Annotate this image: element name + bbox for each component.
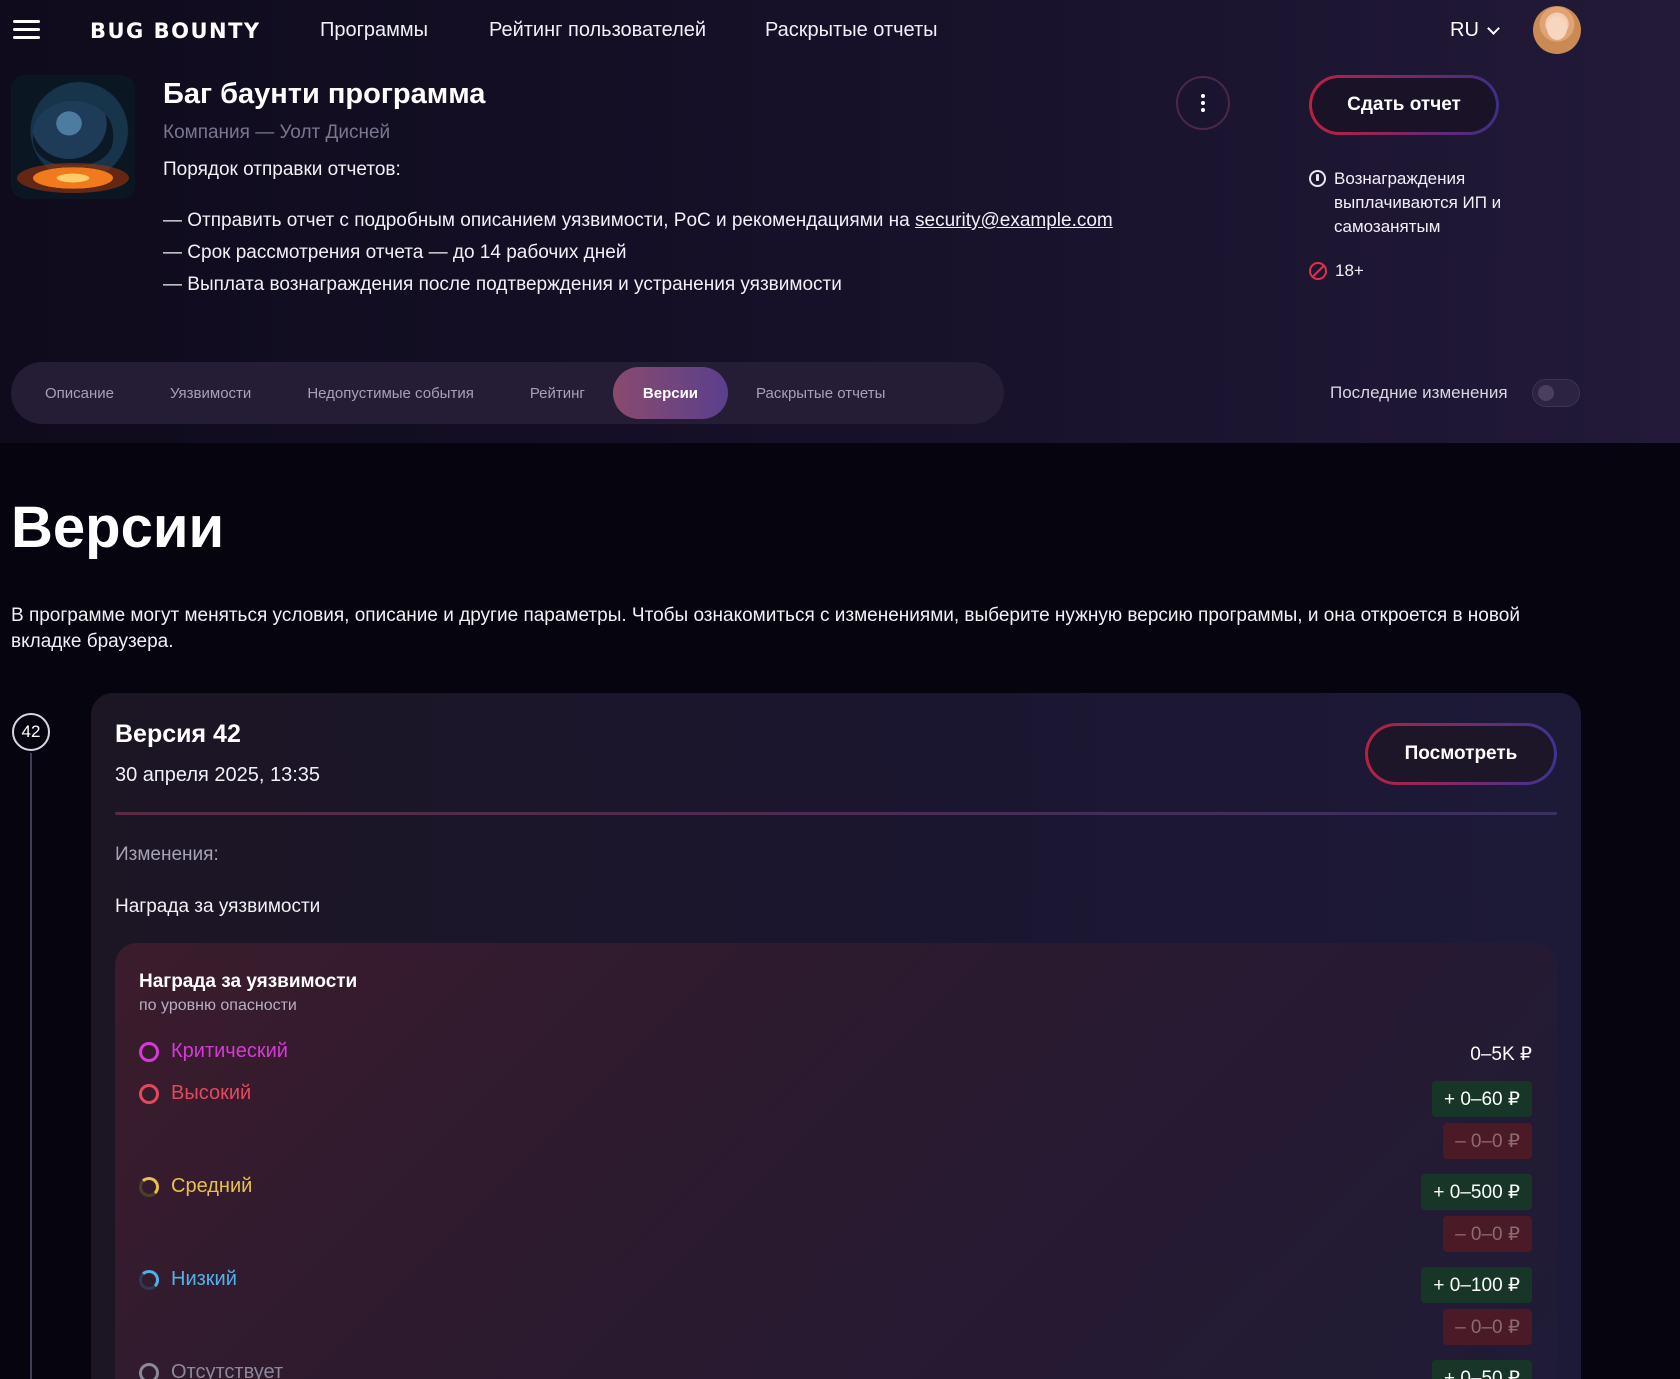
age-label: 18+ bbox=[1335, 261, 1364, 280]
divider bbox=[115, 812, 1557, 815]
version-date: 30 апреля 2025, 13:35 bbox=[115, 764, 321, 786]
recent-changes-label: Последние изменения bbox=[1330, 383, 1508, 402]
section-description: В программе могут меняться условия, опис… bbox=[11, 605, 1520, 652]
program-company: Компания — Уолт Дисней bbox=[163, 122, 391, 143]
severity-medium: Средний bbox=[139, 1175, 252, 1198]
reward-amount-critical: 0–5K ₽ bbox=[1470, 1044, 1532, 1065]
chevron-down-icon bbox=[1487, 21, 1500, 35]
language-selector[interactable]: RU bbox=[1450, 19, 1500, 42]
reward-minus-high: – 0–0 ₽ bbox=[1443, 1123, 1532, 1159]
reward-minus-low: – 0–0 ₽ bbox=[1443, 1309, 1532, 1345]
severity-label: Средний bbox=[171, 1175, 253, 1197]
program-logo bbox=[11, 75, 135, 199]
nav-disclosed-reports[interactable]: Раскрытые отчеты bbox=[765, 19, 938, 42]
reward-title: Награда за уязвимости bbox=[139, 971, 358, 992]
page-title: Версии bbox=[11, 495, 225, 560]
timeline-line bbox=[30, 753, 32, 1379]
logo[interactable]: BUG BOUNTY bbox=[90, 19, 261, 43]
severity-low-icon bbox=[139, 1269, 159, 1290]
severity-critical-icon bbox=[139, 1041, 159, 1062]
reward-plus-low: + 0–100 ₽ bbox=[1421, 1267, 1532, 1303]
reward-plus-none: + 0–50 ₽ bbox=[1431, 1360, 1532, 1379]
view-version-button[interactable]: Посмотреть bbox=[1365, 723, 1557, 785]
avatar[interactable] bbox=[1533, 6, 1581, 54]
version-number-badge: 42 bbox=[12, 713, 50, 751]
recent-changes-toggle[interactable] bbox=[1532, 379, 1580, 407]
program-tabs: Описание Уязвимости Недопустимые события… bbox=[11, 362, 1004, 424]
change-item: Награда за уязвимости bbox=[115, 896, 321, 917]
language-label: RU bbox=[1450, 19, 1479, 41]
tab-disclosed-reports[interactable]: Раскрытые отчеты bbox=[728, 367, 913, 419]
changes-heading: Изменения: bbox=[115, 844, 219, 865]
program-title: Баг баунти программа bbox=[163, 78, 486, 110]
severity-critical: Критический bbox=[139, 1040, 288, 1063]
severity-high: Высокий bbox=[139, 1082, 251, 1105]
severity-medium-icon bbox=[139, 1176, 159, 1197]
reward-minus-medium: – 0–0 ₽ bbox=[1443, 1216, 1532, 1252]
tab-vulnerabilities[interactable]: Уязвимости bbox=[142, 367, 279, 419]
tab-rating[interactable]: Рейтинг bbox=[502, 367, 613, 419]
tab-forbidden-events[interactable]: Недопустимые события bbox=[279, 367, 502, 419]
severity-label: Критический bbox=[171, 1040, 288, 1062]
more-options-button[interactable] bbox=[1176, 76, 1230, 130]
rule-item: — Выплата вознаграждения после подтвержд… bbox=[163, 274, 842, 295]
security-email-link[interactable]: security@example.com bbox=[915, 210, 1113, 231]
menu-icon[interactable] bbox=[13, 20, 40, 40]
severity-label: Низкий bbox=[171, 1268, 237, 1290]
report-order-heading: Порядок отправки отчетов: bbox=[163, 159, 401, 180]
reward-plus-medium: + 0–500 ₽ bbox=[1421, 1174, 1532, 1210]
reward-info-text: Вознаграждения выплачиваются ИП и самоза… bbox=[1334, 169, 1502, 236]
rule-text: — Отправить отчет с подробным описанием … bbox=[163, 210, 916, 231]
severity-none: Отсутствует bbox=[139, 1361, 283, 1379]
reward-card bbox=[115, 943, 1557, 1379]
age-restriction: 18+ bbox=[1309, 261, 1364, 281]
version-title: Версия 42 bbox=[115, 720, 241, 748]
fire-glow bbox=[17, 163, 129, 193]
severity-none-icon bbox=[139, 1362, 159, 1379]
severity-label: Отсутствует bbox=[171, 1361, 284, 1379]
top-bar: BUG BOUNTY Программы Рейтинг пользовател… bbox=[0, 0, 1680, 64]
info-icon bbox=[1309, 170, 1326, 187]
rule-item: — Срок рассмотрения отчета — до 14 рабоч… bbox=[163, 242, 627, 263]
nav-programs[interactable]: Программы bbox=[320, 19, 428, 42]
tab-description[interactable]: Описание bbox=[17, 367, 142, 419]
nav-user-rating[interactable]: Рейтинг пользователей bbox=[489, 19, 706, 42]
severity-low: Низкий bbox=[139, 1268, 237, 1291]
reward-plus-high: + 0–60 ₽ bbox=[1431, 1081, 1532, 1117]
severity-label: Высокий bbox=[171, 1082, 252, 1104]
tab-versions[interactable]: Версии bbox=[612, 367, 729, 419]
reward-subtitle: по уровню опасности bbox=[139, 997, 297, 1014]
rule-item: — Отправить отчет с подробным описанием … bbox=[163, 210, 1113, 232]
bug-image bbox=[33, 101, 113, 165]
submit-report-button[interactable]: Сдать отчет bbox=[1309, 75, 1499, 135]
reward-info: Вознаграждения выплачиваются ИП и самоза… bbox=[1309, 167, 1539, 239]
severity-high-icon bbox=[139, 1083, 159, 1104]
age-restriction-icon bbox=[1309, 262, 1327, 280]
